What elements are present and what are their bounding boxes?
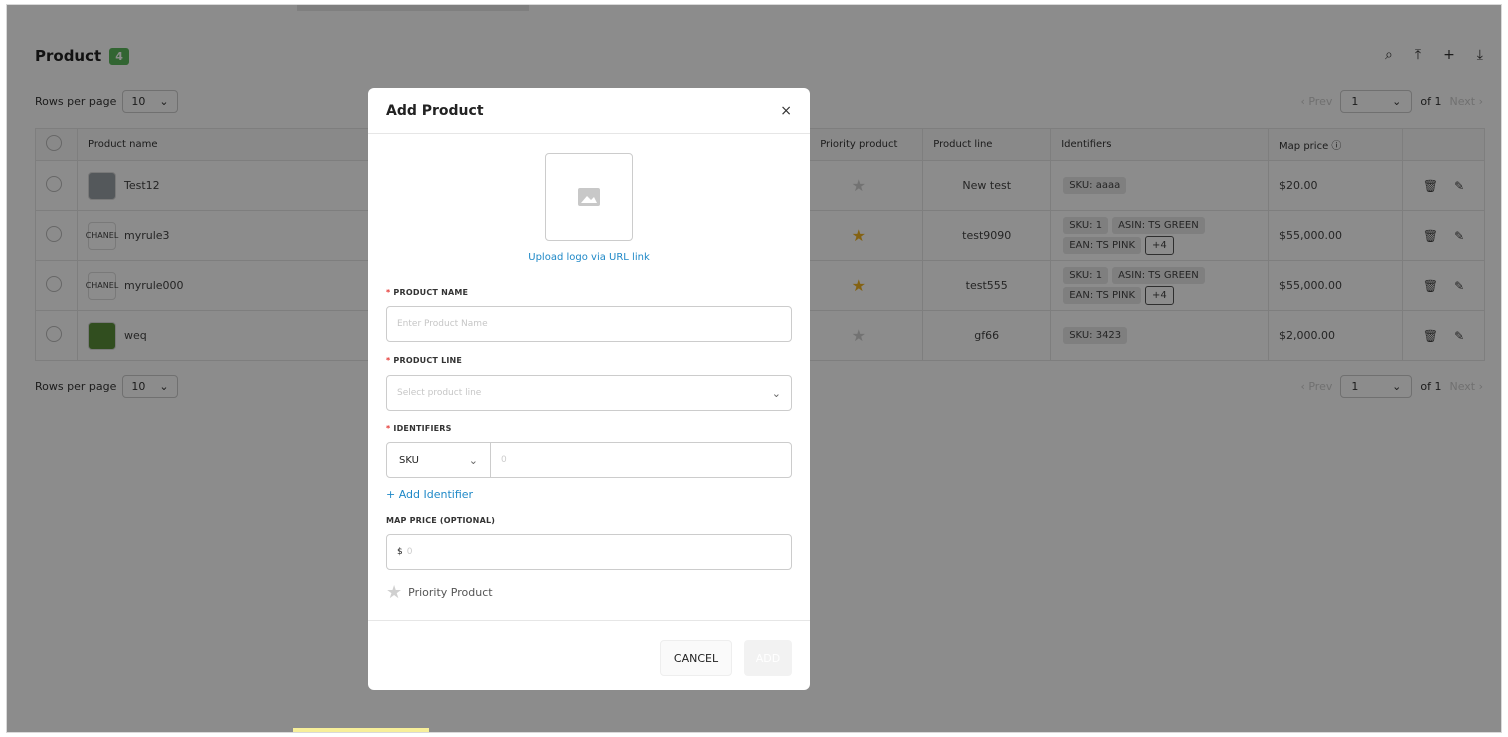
highlight-strip [293, 728, 429, 732]
currency-symbol: $ [397, 547, 403, 557]
priority-label: Priority Product [408, 586, 493, 599]
product-name-input[interactable]: Enter Product Name [386, 306, 792, 342]
identifier-row: SKU ⌄ 0 [386, 442, 792, 478]
map-price-label: MAP PRICE (OPTIONAL) [386, 516, 496, 525]
add-identifier-button[interactable]: + Add Identifier [386, 488, 473, 501]
identifier-value-input[interactable]: 0 [491, 443, 517, 477]
product-line-label: * PRODUCT LINE [386, 356, 463, 365]
product-line-placeholder: Select product line [397, 388, 482, 398]
app-window: Product 4 ⌕ ⤒ + ⤓ Rows per page 10 ⌄ ‹ Pr… [6, 4, 1502, 733]
map-price-placeholder: 0 [406, 547, 413, 557]
product-line-select[interactable]: Select product line ⌄ [386, 375, 792, 411]
identifier-type-select[interactable]: SKU ⌄ [387, 443, 491, 477]
logo-upload-box[interactable] [545, 153, 633, 241]
chevron-down-icon: ⌄ [771, 386, 781, 400]
upload-logo-link[interactable]: Upload logo via URL link [368, 252, 810, 263]
map-price-input[interactable]: $ 0 [386, 534, 792, 570]
product-name-label: * PRODUCT NAME [386, 288, 469, 297]
modal-title: Add Product [386, 102, 484, 119]
star-icon: ★ [386, 582, 403, 603]
close-icon[interactable]: × [780, 103, 792, 119]
modal-footer [368, 620, 810, 621]
image-placeholder-icon [578, 188, 600, 206]
priority-toggle[interactable]: ★ Priority Product [386, 582, 493, 603]
add-button[interactable]: ADD [744, 640, 792, 676]
identifier-type-value: SKU [399, 454, 419, 466]
chevron-down-icon: ⌄ [468, 453, 478, 467]
identifiers-label: * IDENTIFIERS [386, 424, 452, 433]
cancel-button[interactable]: CANCEL [660, 640, 732, 676]
add-product-modal: Add Product × Upload logo via URL link *… [368, 88, 810, 690]
modal-header: Add Product × [368, 88, 810, 134]
